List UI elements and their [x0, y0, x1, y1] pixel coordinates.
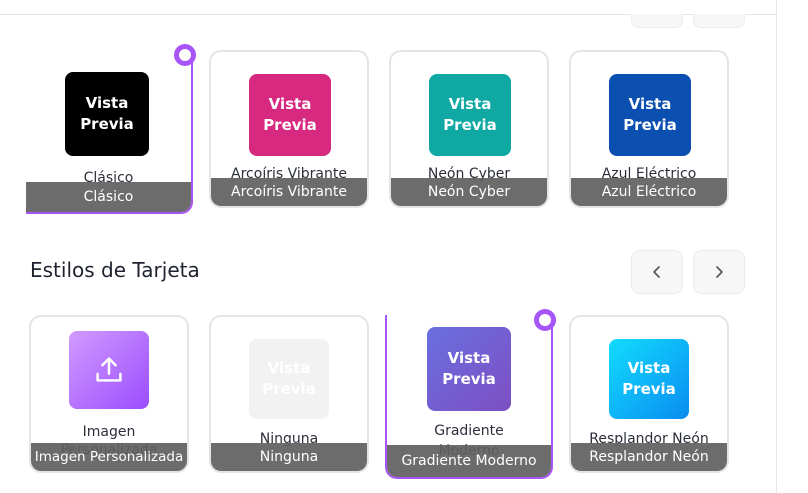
preview-box: Vista Previa: [427, 327, 511, 411]
card-style-imagen-personalizada[interactable]: Imagen Personalizada Imagen Personalizad…: [29, 315, 189, 473]
preview-box: Vista Previa: [429, 74, 511, 156]
selected-indicator-icon: [174, 44, 196, 66]
preview-box: Vista Previa: [609, 74, 691, 156]
preview-text-line2: Previa: [443, 116, 497, 134]
upload-icon: [96, 357, 122, 382]
preview-box: Vista Previa: [609, 339, 689, 419]
chevron-left-icon: [653, 266, 660, 278]
preview-text-line2: Previa: [262, 380, 316, 398]
next-button[interactable]: [693, 250, 745, 294]
preview-text-line1: Vista: [267, 359, 311, 377]
prev-button-top[interactable]: [631, 14, 683, 28]
card-label-bar: Clásico: [26, 182, 191, 212]
preview-text-line2: Previa: [622, 380, 676, 398]
selected-indicator-icon: [534, 309, 556, 331]
preview-text-line2: Previa: [263, 116, 317, 134]
card-style-resplandor-neon[interactable]: Vista Previa Resplandor Neón Resplandor …: [569, 315, 729, 473]
upload-preview: [69, 331, 149, 409]
preview-text-line1: Vista: [85, 94, 129, 112]
card-style-ninguna[interactable]: Vista Previa Ninguna Ninguna: [209, 315, 369, 473]
preview-box: Vista Previa: [65, 72, 149, 156]
preview-text-line2: Previa: [80, 115, 134, 133]
card-label-bar: Resplandor Neón: [571, 443, 727, 471]
preview-text-line1: Vista: [447, 349, 491, 367]
card-label-bar: Arcoíris Vibrante: [211, 178, 367, 206]
style-card-azul-electrico[interactable]: Vista Previa Azul Eléctrico Azul Eléctri…: [569, 50, 729, 208]
card-label-bar: Imagen Personalizada: [31, 443, 187, 471]
preview-text-line1: Vista: [448, 95, 492, 113]
section-title: Estilos de Tarjeta: [30, 258, 200, 282]
preview-text-line2: Previa: [442, 370, 496, 388]
preview-box: Vista Previa: [249, 74, 331, 156]
style-card-neon-cyber[interactable]: Vista Previa Neón Cyber Neón Cyber: [389, 50, 549, 208]
card-label-bar: Azul Eléctrico: [571, 178, 727, 206]
card-label-bar: Gradiente Moderno: [387, 445, 551, 477]
preview-text-line2: Previa: [623, 116, 677, 134]
card-label-bar: Ninguna: [211, 443, 367, 471]
preview-text-line1: Vista: [627, 359, 671, 377]
style-card-clasico[interactable]: Vista Previa Clásico Clásico: [26, 50, 193, 214]
preview-text-line1: Vista: [268, 95, 312, 113]
next-button-top[interactable]: [693, 14, 745, 28]
scrollbar-track[interactable]: [776, 0, 777, 493]
style-card-arcoiris[interactable]: Vista Previa Arcoíris Vibrante Arcoíris …: [209, 50, 369, 208]
prev-button[interactable]: [631, 250, 683, 294]
preview-box: Vista Previa: [249, 339, 329, 419]
chevron-right-icon: [716, 266, 723, 278]
card-style-gradiente-moderno[interactable]: Vista Previa Gradiente Moderno Gradiente…: [385, 315, 553, 479]
card-label-bar: Neón Cyber: [391, 178, 547, 206]
preview-text-line1: Vista: [628, 95, 672, 113]
